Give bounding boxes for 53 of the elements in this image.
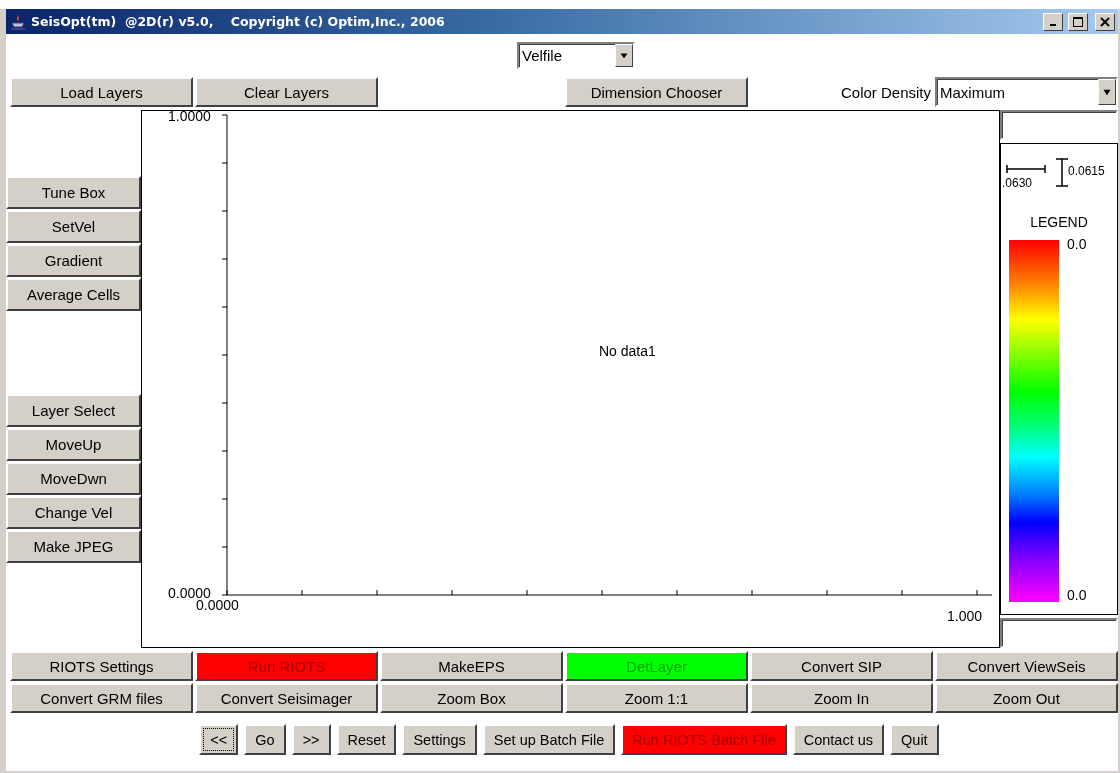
no-data-message: No data1 xyxy=(599,343,656,359)
app-icon xyxy=(10,12,26,31)
nav-button[interactable]: >> xyxy=(291,724,331,755)
nav-button[interactable]: Go xyxy=(244,724,286,755)
nav-button[interactable]: Contact us xyxy=(792,724,885,755)
scale-bar-icon xyxy=(1055,158,1069,188)
tool-button[interactable]: Make JPEG xyxy=(6,530,141,563)
scale-label: 0.0615 xyxy=(1068,164,1105,178)
nav-button[interactable]: << xyxy=(199,724,239,755)
action-button[interactable]: Zoom Out xyxy=(935,683,1118,713)
scale-label: .0630 xyxy=(1002,176,1033,190)
color-density-label: Color Density xyxy=(840,83,931,101)
tool-button[interactable]: Tune Box xyxy=(6,176,141,209)
toolbar-button[interactable]: Load Layers xyxy=(10,77,193,107)
action-button[interactable]: RIOTS Settings xyxy=(10,651,193,681)
action-button[interactable]: Zoom 1:1 xyxy=(565,683,748,713)
action-button[interactable]: MakeEPS xyxy=(380,651,563,681)
nav-button[interactable]: Set up Batch File xyxy=(482,724,616,755)
tool-button[interactable]: Average Cells xyxy=(6,278,141,311)
close-icon xyxy=(1100,16,1110,27)
action-button[interactable]: Zoom Box xyxy=(380,683,563,713)
tool-button[interactable]: SetVel xyxy=(6,210,141,243)
minimize-button[interactable] xyxy=(1043,12,1063,31)
nav-button[interactable]: Settings xyxy=(402,724,477,755)
action-button[interactable]: Convert ViewSeis xyxy=(935,651,1118,681)
nav-button[interactable]: Reset xyxy=(336,724,397,755)
legend-label: 0.0 xyxy=(1067,587,1087,603)
tool-button[interactable]: Change Vel xyxy=(6,496,141,529)
file-dropdown[interactable]: Velfile xyxy=(517,42,635,69)
tool-button[interactable]: MoveDwn xyxy=(6,462,141,495)
close-button[interactable] xyxy=(1095,12,1115,31)
minimize-icon xyxy=(1050,23,1056,26)
axis-label: 1.0000 xyxy=(168,108,211,124)
tool-button[interactable]: Gradient xyxy=(6,244,141,277)
action-button[interactable]: Convert GRM files xyxy=(10,683,193,713)
text-field[interactable] xyxy=(1000,110,1118,140)
tool-button[interactable]: Layer Select xyxy=(6,394,141,427)
action-button[interactable]: Convert SIP xyxy=(750,651,933,681)
window-title: SeisOpt(tm) @2D(r) v5.0, Copyright (c) Optim,Inc., 2006 xyxy=(31,14,446,29)
action-button[interactable]: Zoom In xyxy=(750,683,933,713)
legend-title: LEGEND xyxy=(1029,214,1089,230)
axis-label: 1.000 xyxy=(947,608,983,624)
maximize-button[interactable] xyxy=(1068,12,1088,31)
action-button[interactable]: Convert Seisimager xyxy=(195,683,378,713)
toolbar-button[interactable]: Dimension Chooser xyxy=(565,77,748,107)
nav-button[interactable]: Quit xyxy=(890,724,939,755)
tool-button[interactable]: MoveUp xyxy=(6,428,141,461)
toolbar-button[interactable]: Clear Layers xyxy=(195,77,378,107)
scale-bar-icon xyxy=(1006,164,1046,174)
text-field[interactable] xyxy=(1000,618,1118,648)
maximize-icon xyxy=(1073,16,1083,27)
color-density-dropdown[interactable]: Maximum xyxy=(935,77,1118,107)
legend-label: 0.0 xyxy=(1067,236,1087,252)
